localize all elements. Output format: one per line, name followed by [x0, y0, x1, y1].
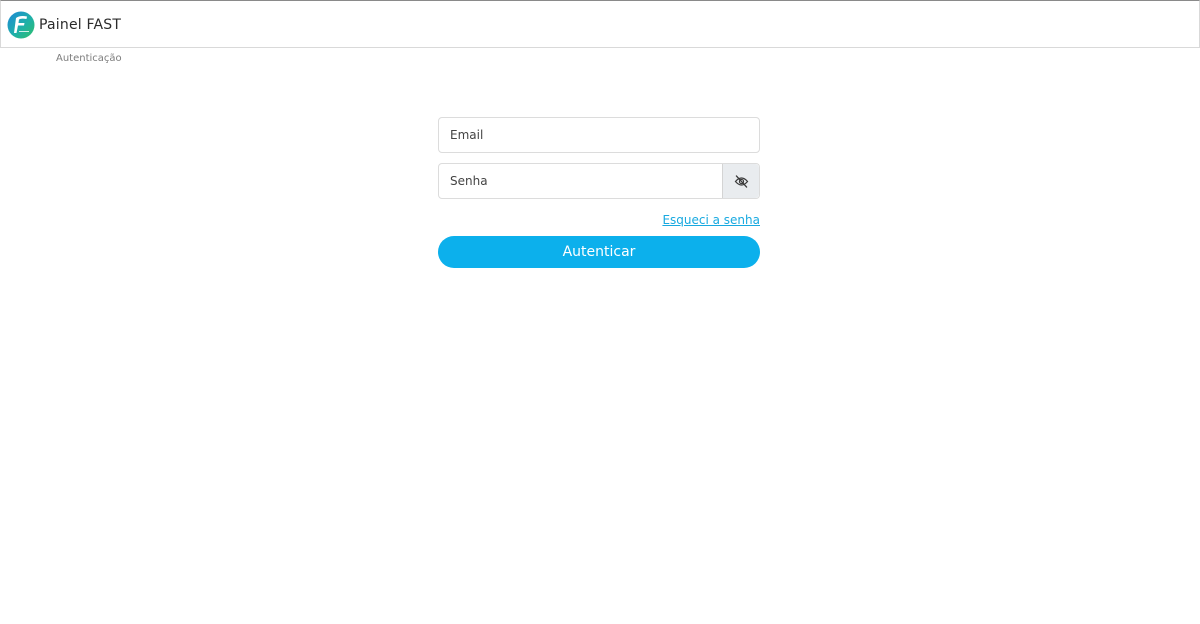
breadcrumb: Autenticação [56, 53, 122, 64]
breadcrumb-current: Autenticação [56, 53, 122, 64]
fast-logo-icon [7, 11, 35, 39]
brand-name: Painel FAST [39, 17, 122, 33]
password-field-wrapper [438, 163, 760, 199]
brand-link[interactable]: Painel FAST [7, 10, 121, 40]
email-input[interactable] [439, 118, 759, 152]
email-field-wrapper [438, 117, 760, 153]
authenticate-button[interactable]: Autenticar [438, 236, 760, 268]
password-input[interactable] [439, 164, 724, 198]
toggle-password-visibility-button[interactable] [722, 164, 759, 198]
eye-slash-icon [734, 174, 748, 188]
forgot-password-link[interactable]: Esqueci a senha [662, 213, 760, 227]
top-navbar: Painel FAST [0, 0, 1200, 48]
forgot-password-row: Esqueci a senha [438, 209, 760, 227]
login-form: Esqueci a senha Autenticar [438, 117, 760, 268]
